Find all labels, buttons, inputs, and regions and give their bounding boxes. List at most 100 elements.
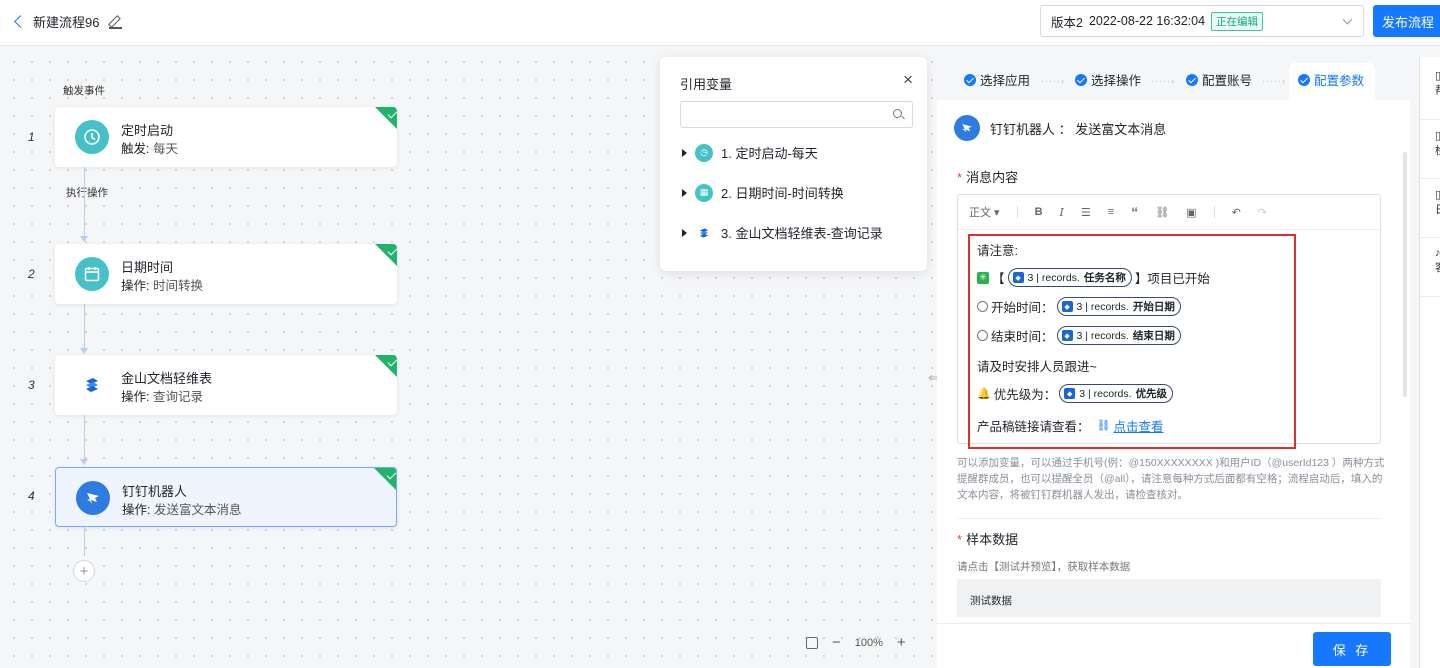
variable-group-item[interactable]: 3. 金山文档轻维表-查询记录 <box>682 223 883 242</box>
content-line: 开始时间： ◆ 3 | records. 开始日期 <box>977 297 1181 316</box>
edit-icon[interactable] <box>109 15 123 29</box>
publish-button[interactable]: 发布流程 <box>1373 5 1440 37</box>
step-number: 2 <box>28 267 35 281</box>
add-step-button[interactable]: + <box>73 560 95 582</box>
node-subtitle: 操作: 发送富文本消息 <box>122 499 241 518</box>
kdocs-icon: ◆ <box>1061 330 1073 341</box>
text-fragment: 产品稿链接请查看： <box>977 420 1090 434</box>
connector-arrow <box>80 236 88 242</box>
node-title: 日期时间 <box>121 260 174 275</box>
rail-icon: ♪ <box>1435 247 1440 259</box>
editing-badge: 正在编辑 <box>1211 11 1264 31</box>
action-header: 钉钉机器人 ： 发送富文本消息 <box>954 115 1166 141</box>
rail-label: 客 <box>1435 262 1440 274</box>
rich-text-editor[interactable]: 正文 ▾ B I ☰ ≡ “ ⛓ ▣ ↶ ↷ 请注意: ✳ 【 ◆ 3 | rec… <box>957 194 1381 449</box>
clock-icon: ◷ <box>695 143 713 162</box>
undo-icon[interactable]: ↶ <box>1232 206 1241 219</box>
tab-select-app[interactable]: 选择应用 <box>964 70 1030 89</box>
test-data-box[interactable]: 测试数据 <box>957 579 1381 617</box>
variable-chip[interactable]: ◆ 3 | records. 任务名称 <box>1007 268 1132 287</box>
flow-node-datetime[interactable]: 日期时间 操作: 时间转换 <box>55 244 397 304</box>
variable-search-input[interactable] <box>680 101 913 128</box>
dingtalk-icon <box>76 481 110 515</box>
image-icon[interactable]: ▣ <box>1186 206 1196 219</box>
close-icon[interactable]: × <box>903 70 913 90</box>
node-sub-prefix: 操作: <box>121 279 153 293</box>
text-fragment: 优先级为： <box>993 388 1057 402</box>
flow-node-dingtalk[interactable]: 钉钉机器人 操作: 发送富文本消息 <box>55 467 397 527</box>
redo-icon[interactable]: ↷ <box>1258 206 1267 219</box>
step-number: 4 <box>28 489 35 503</box>
chip-field: 结束日期 <box>1132 330 1175 342</box>
text-style-select[interactable]: 正文 ▾ <box>969 204 1000 220</box>
bell-emoji-icon: 🔔 <box>977 388 991 400</box>
variable-group-item[interactable]: ◷ 1. 定时启动-每天 <box>682 143 818 162</box>
log-rail-item[interactable]: ▯日 <box>1435 188 1440 217</box>
zoom-in-button[interactable]: + <box>897 634 906 651</box>
step-number: 3 <box>28 378 35 392</box>
scrollbar[interactable] <box>1403 152 1407 397</box>
dingtalk-icon <box>954 115 980 141</box>
content-line: 请及时安排人员跟进~ <box>977 360 1097 374</box>
clock-icon <box>75 120 109 154</box>
rail-label: 检 <box>1435 145 1440 157</box>
chip-prefix: 3 | records. <box>1079 387 1132 400</box>
link-icon[interactable]: ⛓ <box>1155 206 1169 219</box>
tab-select-action[interactable]: 选择操作 <box>1075 70 1141 89</box>
node-title: 定时启动 <box>121 123 174 138</box>
label-text: 样本数据 <box>966 532 1019 547</box>
node-sub-value: 时间转换 <box>152 279 203 293</box>
tab-config-params[interactable]: 配置参数 <box>1298 70 1364 89</box>
service-rail-item[interactable]: ♪客 <box>1435 247 1440 275</box>
fit-screen-icon[interactable] <box>806 636 818 649</box>
connector-line <box>84 526 85 556</box>
popup-title: 引用变量 <box>680 77 733 92</box>
bold-icon[interactable]: B <box>1035 206 1043 218</box>
help-rail-item[interactable]: ▯帮 <box>1435 69 1440 98</box>
check-circle-icon <box>1186 73 1198 86</box>
variable-chip[interactable]: ◆ 3 | records. 结束日期 <box>1056 326 1181 345</box>
save-button[interactable]: 保 存 <box>1313 632 1391 666</box>
ordered-list-icon[interactable]: ☰ <box>1081 206 1091 219</box>
clock-emoji-icon <box>977 330 988 341</box>
rail-icon: ▯ <box>1435 189 1440 201</box>
check-rail-item[interactable]: ▯检 <box>1435 129 1440 158</box>
clock-emoji-icon <box>977 301 988 312</box>
chip-prefix: 3 | records. <box>1076 300 1129 313</box>
tab-config-account[interactable]: 配置账号 <box>1186 70 1252 89</box>
rail-label: 日 <box>1435 204 1440 216</box>
zoom-out-button[interactable]: − <box>832 634 841 651</box>
zoom-level: 100% <box>854 636 883 649</box>
variable-group-label: 1. 定时启动-每天 <box>721 146 818 161</box>
kdocs-icon: ◆ <box>1064 388 1076 399</box>
view-link[interactable]: 点击查看 <box>1113 416 1163 435</box>
back-button[interactable]: 新建流程96 <box>14 12 123 31</box>
content-line: 🔔 优先级为： ◆ 3 | records. 优先级 <box>977 384 1174 403</box>
caret-right-icon <box>682 148 687 157</box>
variable-chip[interactable]: ◆ 3 | records. 优先级 <box>1059 384 1174 403</box>
content-line: 请注意: <box>977 244 1018 258</box>
flow-node-kdocs[interactable]: 金山文档轻维表 操作: 查询记录 <box>55 355 397 415</box>
quote-icon[interactable]: “ <box>1131 204 1138 220</box>
caret-right-icon <box>682 188 687 197</box>
check-circle-icon <box>964 73 976 86</box>
chip-prefix: 3 | records. <box>1076 329 1129 342</box>
version-select[interactable]: 版本2 2022-08-22 16:32:04 正在编辑 <box>1040 5 1364 37</box>
connector-line <box>84 304 85 350</box>
side-rail: ▯帮 ▯检 ▯日 ♪客 <box>1419 57 1440 668</box>
variable-group-item[interactable]: ▦ 2. 日期时间-时间转换 <box>682 183 844 202</box>
bullet-list-icon[interactable]: ≡ <box>1108 206 1114 218</box>
flow-node-timer[interactable]: 定时启动 触发: 每天 <box>55 107 397 167</box>
reference-variables-popup: 引用变量 × ◷ 1. 定时启动-每天 ▦ 2. 日期时间-时间转换 3. 金山… <box>660 57 927 271</box>
connector-arrow <box>80 459 88 465</box>
variable-group-label: 2. 日期时间-时间转换 <box>721 186 844 201</box>
node-subtitle: 操作: 时间转换 <box>121 275 203 294</box>
action-section-label: 执行操作 <box>66 187 108 199</box>
italic-icon[interactable]: I <box>1060 206 1064 219</box>
step-separator: ·····› <box>1262 76 1286 86</box>
message-hint: 可以添加变量，可以通过手机号(例：@150XXXXXXXX )和用户ID（@us… <box>957 457 1385 501</box>
chevron-down-icon <box>1342 14 1353 25</box>
content-line: 产品稿链接请查看： ⛓ 点击查看 <box>977 416 1164 435</box>
panel-footer: 保 存 <box>937 623 1410 668</box>
variable-chip[interactable]: ◆ 3 | records. 开始日期 <box>1056 297 1181 316</box>
